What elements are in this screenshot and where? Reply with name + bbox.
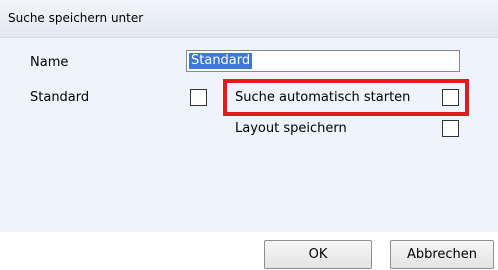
layout-save-checkbox[interactable] [442,120,459,137]
name-input-selected-text: Standard [189,53,253,69]
standard-checkbox[interactable] [190,89,207,106]
standard-label: Standard [30,90,90,105]
dialog-title: Suche speichern unter [8,11,144,25]
save-search-dialog: Suche speichern unter Name Standard Stan… [0,0,498,270]
name-label: Name [30,55,69,70]
ok-button[interactable]: OK [264,240,372,269]
cancel-button[interactable]: Abbrechen [390,240,494,269]
layout-save-label: Layout speichern [235,121,347,136]
name-input[interactable]: Standard [186,50,460,72]
dialog-titlebar: Suche speichern unter [0,0,498,38]
highlight-frame [223,79,469,116]
